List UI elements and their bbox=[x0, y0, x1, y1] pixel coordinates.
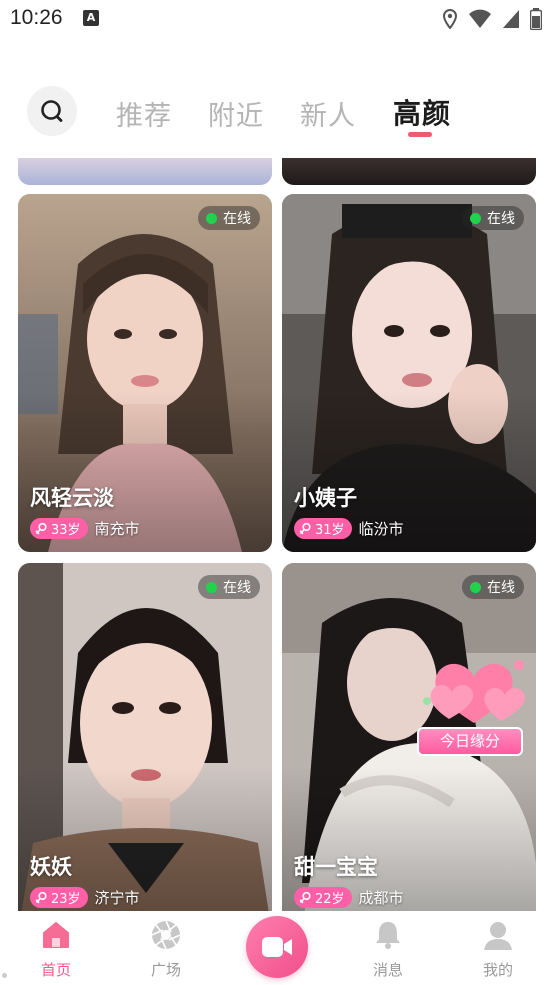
profile-city: 济宁市 bbox=[94, 889, 140, 907]
profile-card[interactable]: 在线 风轻云淡 33岁 南充市 bbox=[18, 194, 272, 552]
profile-city: 临汾市 bbox=[358, 520, 404, 538]
female-icon bbox=[35, 522, 47, 535]
profile-city: 南充市 bbox=[94, 520, 140, 538]
online-dot-icon bbox=[470, 212, 481, 224]
female-icon bbox=[299, 522, 311, 535]
nav-messages[interactable]: 消息 bbox=[348, 911, 428, 985]
top-tab-bar: 推荐 附近 新人 高颜 bbox=[0, 80, 554, 144]
profile-name: 妖妖 bbox=[30, 855, 72, 879]
online-dot-icon bbox=[206, 212, 217, 224]
female-icon bbox=[35, 891, 47, 904]
edge-indicator bbox=[2, 973, 7, 978]
status-bar: 10:26 A bbox=[0, 0, 554, 40]
nav-plaza[interactable]: 广场 bbox=[126, 911, 206, 985]
home-icon bbox=[43, 922, 69, 948]
profile-card[interactable]: 在线 今日缘分 甜一宝宝 22岁 成都市 bbox=[282, 563, 536, 911]
age-badge: 22岁 bbox=[294, 887, 352, 908]
profile-name: 甜一宝宝 bbox=[294, 855, 378, 879]
tab-newcomers[interactable]: 新人 bbox=[300, 94, 356, 133]
video-camera-icon bbox=[262, 937, 292, 957]
profile-feed[interactable]: 在线 风轻云淡 33岁 南充市 在线 小姨子 31岁 临汾市 在线 妖妖 23岁… bbox=[0, 158, 554, 911]
profile-name: 风轻云淡 bbox=[30, 486, 114, 510]
nav-label: 我的 bbox=[482, 961, 513, 979]
online-status-badge: 在线 bbox=[198, 575, 260, 599]
profile-photo bbox=[282, 158, 536, 185]
online-status-badge: 在线 bbox=[462, 206, 524, 230]
online-status-badge: 在线 bbox=[198, 206, 260, 230]
profile-photo bbox=[18, 158, 272, 185]
nav-profile[interactable]: 我的 bbox=[458, 911, 538, 985]
age-badge: 23岁 bbox=[30, 887, 88, 908]
online-dot-icon bbox=[206, 581, 217, 593]
profile-icon bbox=[484, 922, 512, 950]
signal-icon bbox=[503, 10, 519, 28]
bell-icon bbox=[376, 922, 400, 949]
profile-card[interactable]: 在线 小姨子 31岁 临汾市 bbox=[282, 194, 536, 552]
tab-good-looking[interactable]: 高颜 bbox=[393, 92, 451, 132]
nav-label: 消息 bbox=[372, 961, 403, 979]
profile-name: 小姨子 bbox=[294, 486, 357, 510]
notification-icon: A bbox=[83, 10, 99, 26]
age-badge: 33岁 bbox=[30, 518, 88, 539]
profile-meta: 33岁 南充市 bbox=[30, 518, 140, 539]
todays-match-button[interactable]: 今日缘分 bbox=[417, 727, 523, 756]
online-status-badge: 在线 bbox=[462, 575, 524, 599]
age-badge: 31岁 bbox=[294, 518, 352, 539]
active-tab-indicator bbox=[408, 132, 432, 137]
female-icon bbox=[299, 891, 311, 904]
profile-card-partial[interactable] bbox=[18, 158, 272, 185]
tab-nearby[interactable]: 附近 bbox=[208, 94, 264, 133]
status-time: 10:26 bbox=[10, 6, 63, 29]
online-dot-icon bbox=[470, 581, 481, 593]
profile-meta: 23岁 济宁市 bbox=[30, 887, 140, 908]
profile-card-partial[interactable] bbox=[282, 158, 536, 185]
profile-card[interactable]: 在线 妖妖 23岁 济宁市 bbox=[18, 563, 272, 911]
profile-city: 成都市 bbox=[358, 889, 404, 907]
bottom-navigation: 首页 广场 消息 我的 bbox=[0, 911, 554, 985]
nav-home[interactable]: 首页 bbox=[16, 911, 96, 985]
profile-meta: 22岁 成都市 bbox=[294, 887, 404, 908]
wifi-icon bbox=[469, 9, 491, 28]
location-icon bbox=[442, 9, 458, 29]
nav-label: 首页 bbox=[40, 961, 71, 979]
status-icons bbox=[442, 8, 542, 30]
battery-icon bbox=[530, 8, 542, 30]
profile-meta: 31岁 临汾市 bbox=[294, 518, 404, 539]
nav-label: 广场 bbox=[150, 961, 181, 979]
hearts-icon bbox=[423, 660, 526, 723]
search-icon bbox=[41, 100, 63, 122]
aperture-icon bbox=[151, 920, 181, 950]
search-button[interactable] bbox=[27, 86, 77, 136]
tab-recommend[interactable]: 推荐 bbox=[116, 94, 172, 133]
video-call-button[interactable] bbox=[246, 916, 308, 978]
